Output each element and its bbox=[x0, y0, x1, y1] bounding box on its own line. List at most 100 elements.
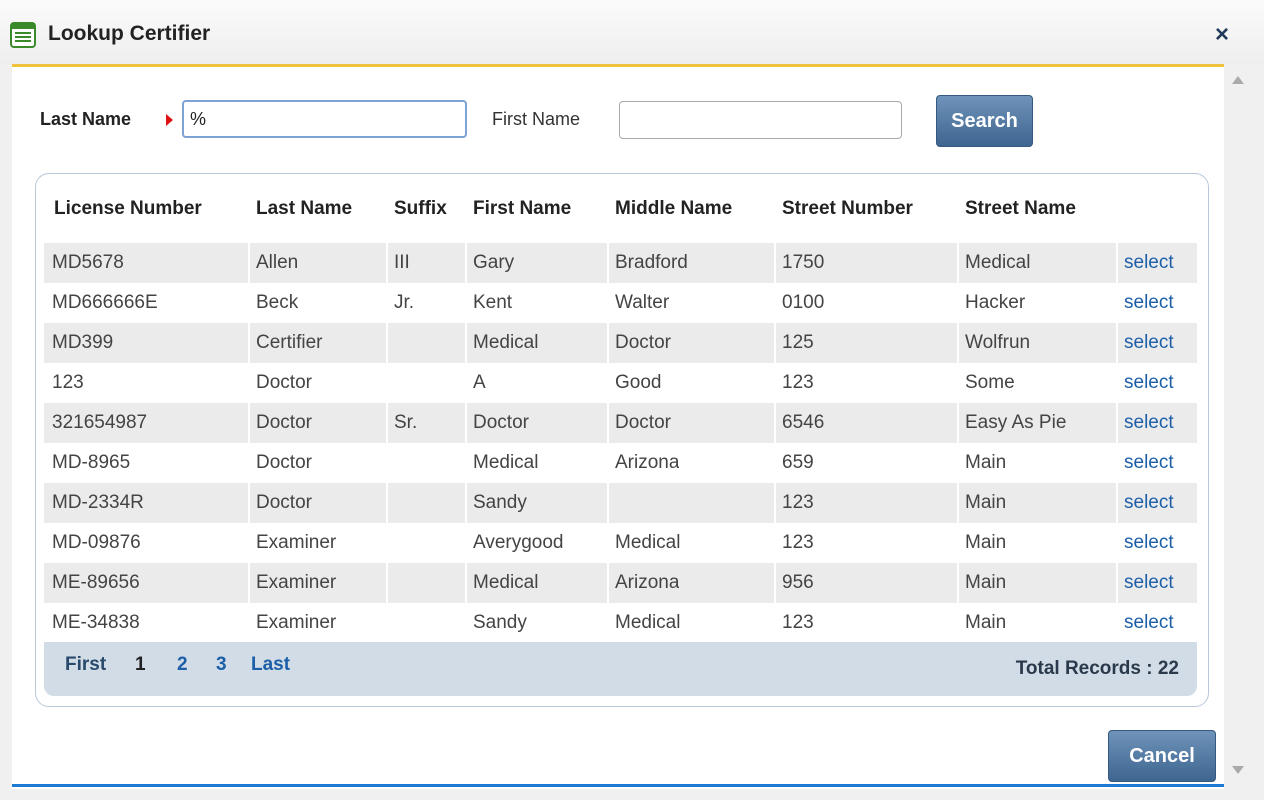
close-icon[interactable]: × bbox=[1205, 18, 1239, 52]
cell-first-name: Medical bbox=[473, 572, 539, 593]
cell-divider bbox=[607, 243, 609, 283]
search-button[interactable]: Search bbox=[936, 95, 1033, 147]
cell-divider bbox=[1116, 243, 1118, 283]
cell-divider bbox=[1116, 323, 1118, 363]
cell-license-number: MD399 bbox=[52, 332, 114, 353]
cell-divider bbox=[386, 323, 388, 363]
cell-divider bbox=[248, 323, 250, 363]
cell-divider bbox=[607, 323, 609, 363]
select-link[interactable]: select bbox=[1124, 523, 1174, 563]
table-row: MD666666E Beck Jr. Kent Walter 0100 Hacker sele… bbox=[44, 283, 1197, 323]
pager-page-2[interactable]: 2 bbox=[177, 654, 188, 676]
cell-middle-name: Bradford bbox=[615, 252, 688, 273]
dialog-title: Lookup Certifier bbox=[48, 22, 211, 45]
cell-divider bbox=[248, 563, 250, 603]
cell-last-name: Doctor bbox=[256, 452, 312, 473]
cell-street-number: 0100 bbox=[782, 292, 825, 313]
cell-divider bbox=[957, 483, 959, 523]
cell-license-number: MD-09876 bbox=[52, 532, 141, 553]
select-link[interactable]: select bbox=[1124, 603, 1174, 643]
cell-suffix: Jr. bbox=[394, 292, 415, 313]
select-link[interactable]: select bbox=[1124, 323, 1174, 363]
cell-suffix: Sr. bbox=[394, 412, 418, 433]
cell-divider bbox=[465, 323, 467, 363]
scroll-up-icon[interactable] bbox=[1232, 76, 1244, 84]
cell-divider bbox=[1116, 443, 1118, 483]
scroll-down-icon[interactable] bbox=[1232, 766, 1244, 774]
select-link[interactable]: select bbox=[1124, 483, 1174, 523]
cell-first-name: Doctor bbox=[473, 412, 529, 433]
pager-first-link[interactable]: First bbox=[65, 654, 106, 676]
cell-divider bbox=[957, 283, 959, 323]
cell-divider bbox=[465, 243, 467, 283]
cell-divider bbox=[386, 363, 388, 403]
cell-license-number: ME-89656 bbox=[52, 572, 140, 593]
pager-page-3[interactable]: 3 bbox=[216, 654, 227, 676]
cell-divider bbox=[957, 403, 959, 443]
cell-middle-name: Good bbox=[615, 372, 662, 393]
cell-divider bbox=[774, 283, 776, 323]
cell-divider bbox=[1116, 483, 1118, 523]
cell-street-number: 123 bbox=[782, 612, 814, 633]
cell-last-name: Certifier bbox=[256, 332, 323, 353]
column-header-suffix: Suffix bbox=[394, 198, 447, 219]
select-link[interactable]: select bbox=[1124, 563, 1174, 603]
cell-divider bbox=[774, 403, 776, 443]
total-records: Total Records : 22 bbox=[1015, 658, 1179, 679]
cell-divider bbox=[248, 443, 250, 483]
cell-middle-name: Medical bbox=[615, 532, 681, 553]
cell-street-name: Main bbox=[965, 612, 1007, 633]
cell-street-name: Medical bbox=[965, 252, 1031, 273]
cell-divider bbox=[607, 563, 609, 603]
first-name-input[interactable] bbox=[619, 101, 902, 139]
cell-divider bbox=[774, 323, 776, 363]
cell-divider bbox=[774, 363, 776, 403]
select-link[interactable]: select bbox=[1124, 443, 1174, 483]
cell-divider bbox=[248, 243, 250, 283]
cell-last-name: Beck bbox=[256, 292, 299, 313]
cell-divider bbox=[607, 363, 609, 403]
cell-divider bbox=[607, 403, 609, 443]
last-name-input[interactable] bbox=[182, 100, 467, 138]
select-link[interactable]: select bbox=[1124, 283, 1174, 323]
cell-divider bbox=[1116, 283, 1118, 323]
cell-divider bbox=[957, 563, 959, 603]
cell-divider bbox=[774, 523, 776, 563]
select-link[interactable]: select bbox=[1124, 363, 1174, 403]
scrollbar[interactable] bbox=[1226, 64, 1252, 787]
cell-divider bbox=[1116, 563, 1118, 603]
required-arrow-icon bbox=[166, 114, 173, 126]
select-link[interactable]: select bbox=[1124, 403, 1174, 443]
cell-divider bbox=[465, 603, 467, 643]
cell-divider bbox=[957, 603, 959, 643]
lookup-certifier-dialog: Lookup Certifier × Last Name First Name … bbox=[0, 0, 1264, 800]
cell-middle-name: Doctor bbox=[615, 412, 671, 433]
cell-divider bbox=[774, 243, 776, 283]
cell-first-name: Medical bbox=[473, 332, 539, 353]
column-header-street-name: Street Name bbox=[965, 198, 1076, 219]
cell-divider bbox=[465, 363, 467, 403]
first-name-label: First Name bbox=[492, 109, 581, 129]
cell-middle-name: Doctor bbox=[615, 332, 671, 353]
cell-divider bbox=[248, 603, 250, 643]
cell-divider bbox=[386, 243, 388, 283]
column-header-last-name: Last Name bbox=[256, 198, 353, 219]
select-link[interactable]: select bbox=[1124, 243, 1174, 283]
cell-first-name: Sandy bbox=[473, 492, 527, 513]
cancel-button[interactable]: Cancel bbox=[1108, 730, 1216, 782]
cell-license-number: ME-34838 bbox=[52, 612, 140, 633]
column-header-license-number: License Number bbox=[54, 198, 202, 219]
form-icon bbox=[10, 22, 36, 48]
cell-divider bbox=[957, 363, 959, 403]
cell-street-number: 123 bbox=[782, 532, 814, 553]
cell-last-name: Doctor bbox=[256, 372, 312, 393]
cell-divider bbox=[774, 603, 776, 643]
table-row: MD399 Certifier Medical Doctor 125 Wolfrun sel… bbox=[44, 323, 1197, 363]
pager-last-link[interactable]: Last bbox=[251, 654, 290, 676]
cell-license-number: MD-8965 bbox=[52, 452, 131, 473]
table-row: MD-09876 Examiner Averygood Medical 123 Main s… bbox=[44, 523, 1197, 563]
cell-license-number: 321654987 bbox=[52, 412, 148, 433]
cell-license-number: MD666666E bbox=[52, 292, 158, 313]
cell-divider bbox=[248, 363, 250, 403]
cell-middle-name: Arizona bbox=[615, 572, 680, 593]
